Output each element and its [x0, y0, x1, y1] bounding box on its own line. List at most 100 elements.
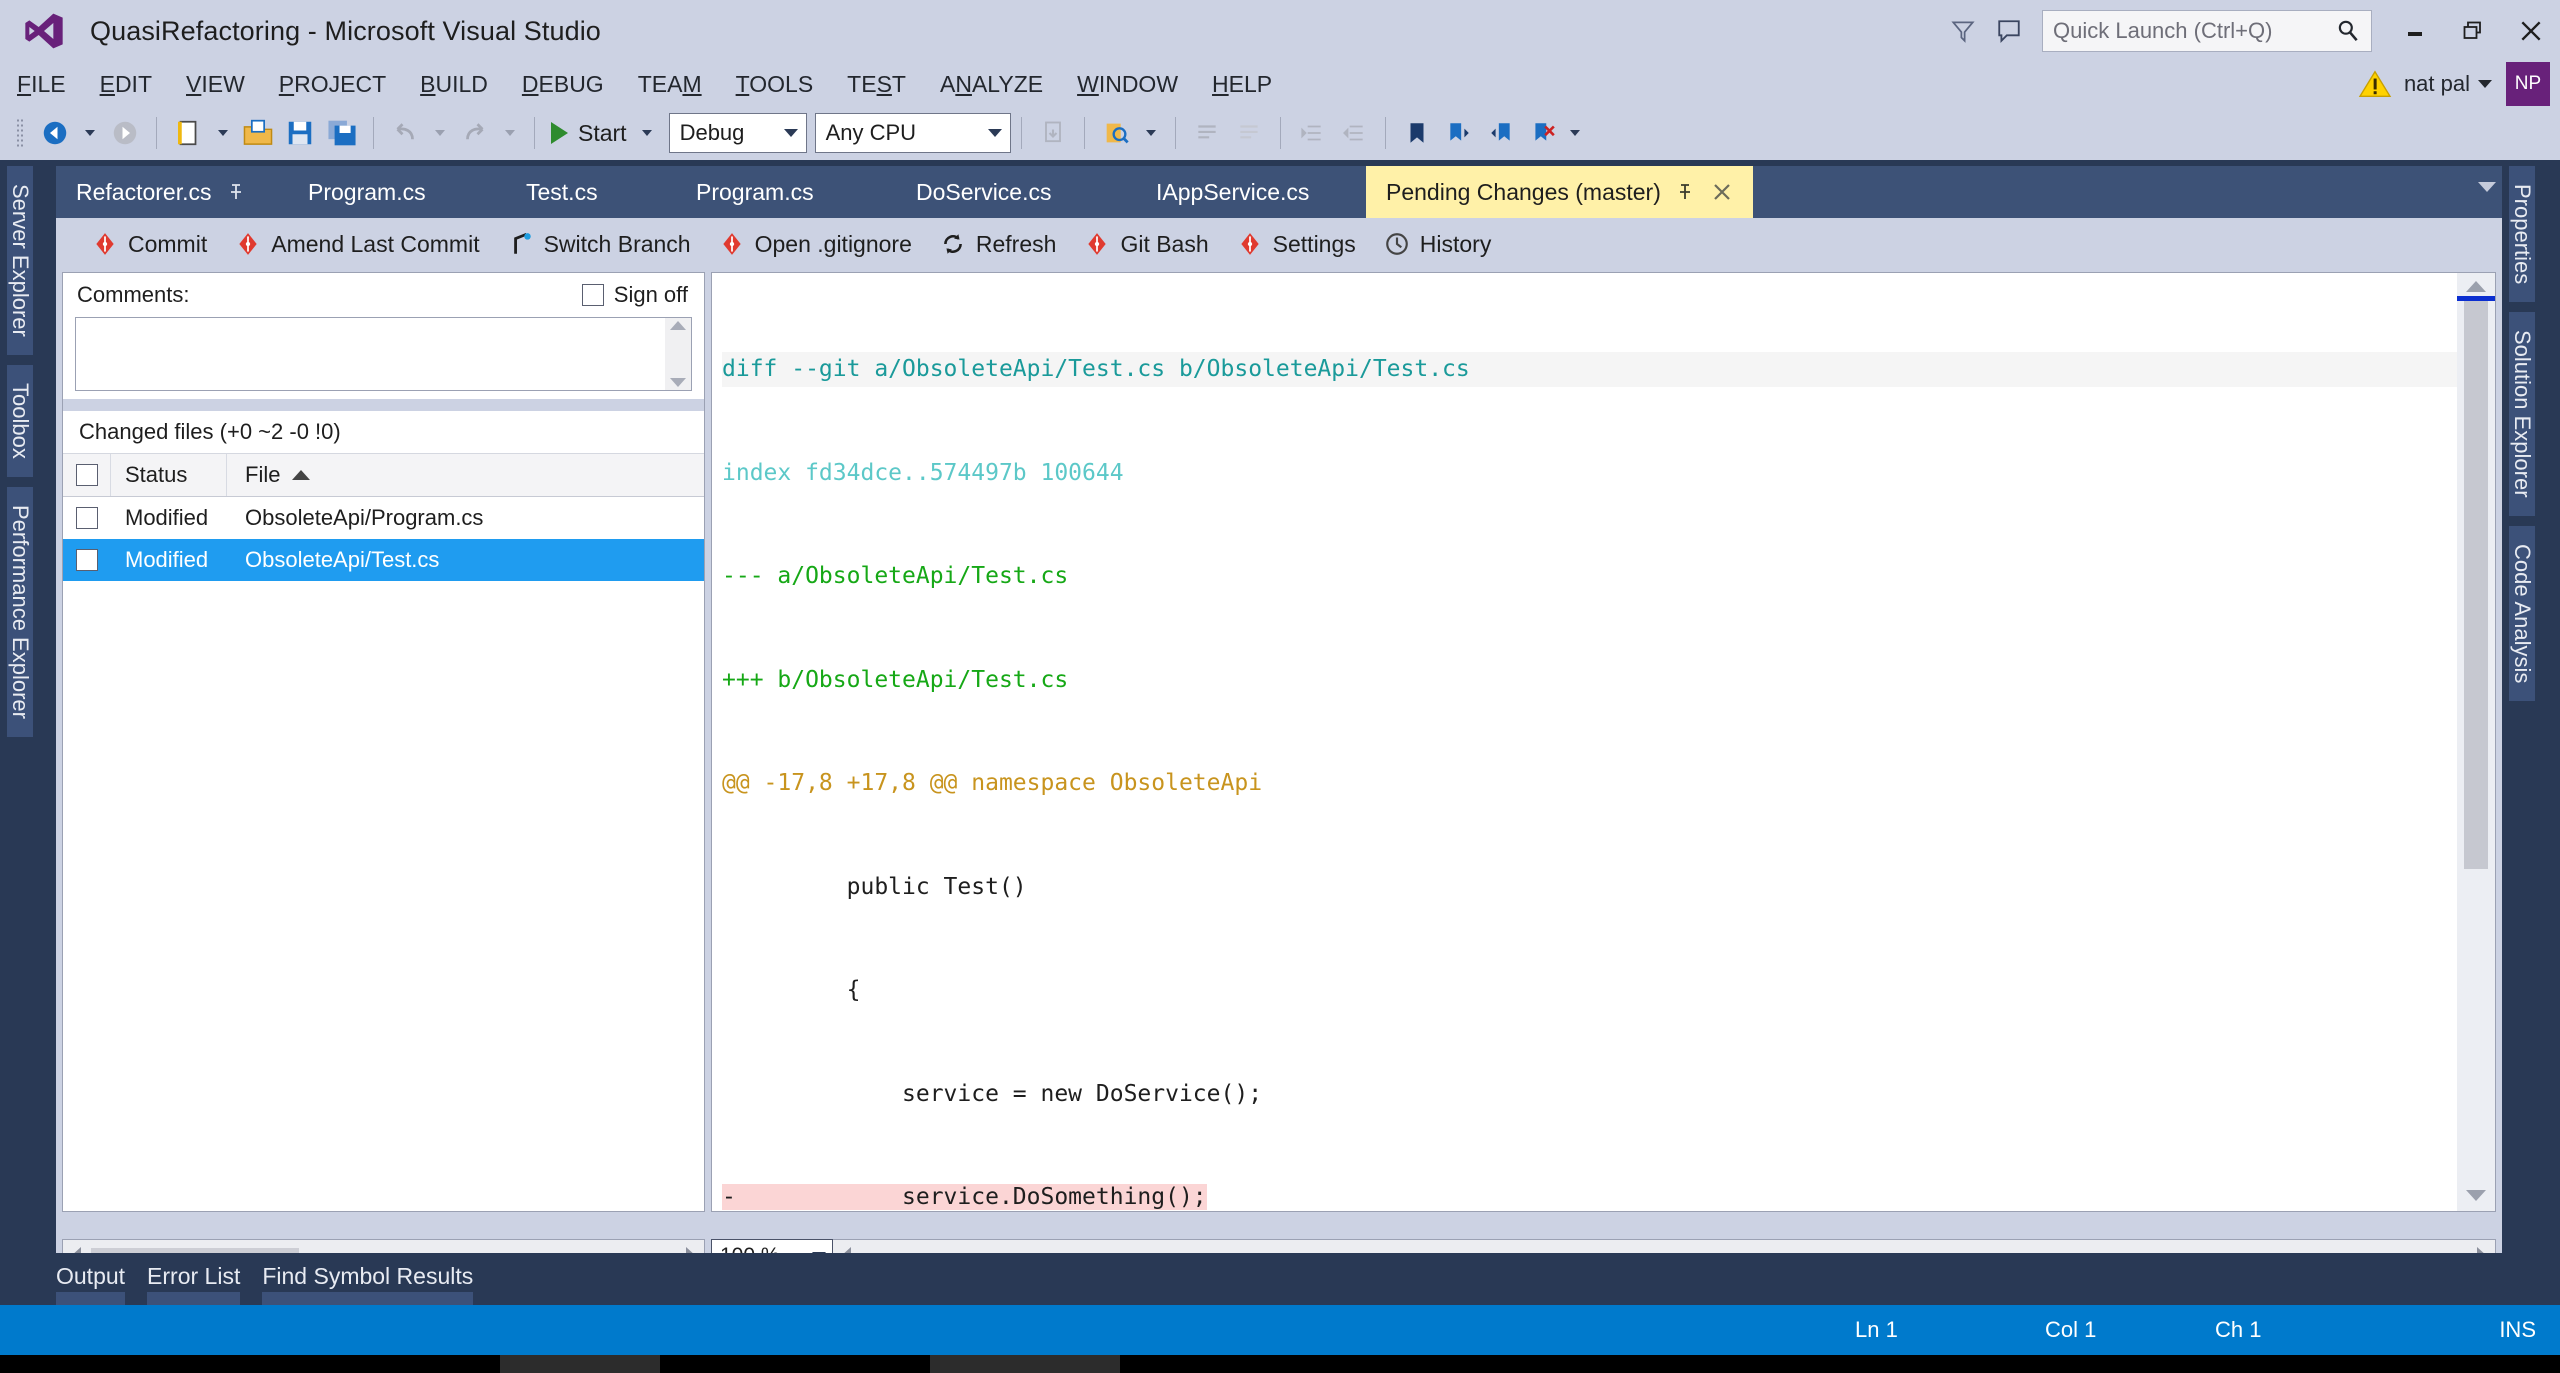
row-checkbox[interactable] — [63, 507, 111, 529]
menu-analyze[interactable]: ANALYZE — [923, 62, 1060, 106]
funnel-icon[interactable] — [1940, 8, 1986, 54]
dock-tab-performance-explorer[interactable]: Performance Explorer — [7, 487, 33, 737]
select-all-checkbox[interactable] — [63, 454, 111, 496]
git-refresh-button[interactable]: Refresh — [926, 231, 1071, 258]
toolbar-grip[interactable] — [16, 118, 24, 148]
scrollbar-thumb[interactable] — [2464, 301, 2488, 869]
menu-team[interactable]: TEAM — [621, 62, 719, 106]
panel-splitter[interactable] — [63, 399, 704, 411]
navigate-forward-icon[interactable] — [104, 112, 146, 154]
column-header-status[interactable]: Status — [111, 454, 227, 496]
git-open-gitignore-button[interactable]: Open .gitignore — [705, 231, 926, 258]
start-dropdown-icon[interactable] — [642, 130, 652, 136]
sign-off-label: Sign off — [614, 282, 688, 308]
taskbar-item[interactable] — [500, 1355, 660, 1373]
feedback-icon[interactable] — [1986, 8, 2032, 54]
diff-vertical-scrollbar[interactable] — [2457, 273, 2495, 1211]
table-row[interactable]: Modified ObsoleteApi/Test.cs — [63, 539, 704, 581]
prev-bookmark-icon[interactable] — [1480, 112, 1522, 154]
redo-dropdown-icon[interactable] — [505, 130, 515, 136]
close-button[interactable] — [2502, 0, 2560, 62]
tab-program-cs-1[interactable]: Program.cs — [288, 166, 446, 218]
sign-off-checkbox[interactable] — [582, 284, 604, 306]
start-debug-button[interactable]: Start — [545, 120, 633, 147]
diff-text: diff --git a/ObsoleteApi/Test.cs b/Obsol… — [712, 273, 2457, 1211]
sign-off-control[interactable]: Sign off — [582, 282, 688, 308]
sort-ascending-icon — [292, 470, 310, 480]
next-bookmark-icon[interactable] — [1438, 112, 1480, 154]
menu-debug[interactable]: DEBUG — [505, 62, 621, 106]
menu-help[interactable]: HELP — [1195, 62, 1289, 106]
tab-program-cs-2[interactable]: Program.cs — [676, 166, 834, 218]
navigate-backward-icon[interactable] — [34, 112, 76, 154]
quick-launch-input[interactable]: Quick Launch (Ctrl+Q) — [2042, 10, 2372, 52]
toolbar-overflow-icon[interactable] — [1570, 130, 1580, 136]
navigate-backward-dropdown-icon[interactable] — [85, 130, 95, 136]
user-name-label[interactable]: nat pal — [2404, 71, 2470, 97]
table-row[interactable]: Modified ObsoleteApi/Program.cs — [63, 497, 704, 539]
scroll-up-icon[interactable] — [670, 321, 686, 330]
avatar[interactable]: NP — [2506, 62, 2550, 106]
menu-file[interactable]: FILE — [0, 62, 83, 106]
dock-tab-toolbox[interactable]: Toolbox — [7, 365, 33, 477]
scroll-down-icon[interactable] — [2466, 1190, 2486, 1201]
menu-project[interactable]: PROJECT — [262, 62, 403, 106]
git-amend-button[interactable]: Amend Last Commit — [221, 231, 493, 258]
undo-dropdown-icon[interactable] — [435, 130, 445, 136]
clear-bookmarks-icon[interactable] — [1522, 112, 1564, 154]
comments-label: Comments: — [77, 282, 189, 308]
pin-icon[interactable] — [226, 182, 246, 202]
tab-pending-changes[interactable]: Pending Changes (master) — [1366, 166, 1753, 218]
bottom-tab-error-list[interactable]: Error List — [147, 1263, 240, 1296]
close-icon[interactable] — [1711, 181, 1733, 203]
dock-tab-code-analysis[interactable]: Code Analysis — [2509, 526, 2535, 701]
row-checkbox[interactable] — [63, 549, 111, 571]
git-bash-button[interactable]: Git Bash — [1070, 231, 1222, 258]
menu-window[interactable]: WINDOW — [1060, 62, 1195, 106]
warning-icon[interactable] — [2358, 69, 2392, 99]
comments-scrollbar[interactable] — [665, 318, 691, 390]
restore-button[interactable] — [2444, 0, 2502, 62]
scroll-down-icon[interactable] — [670, 378, 686, 387]
scroll-up-icon[interactable] — [2466, 281, 2486, 292]
open-file-icon[interactable] — [237, 112, 279, 154]
column-header-file[interactable]: File — [227, 462, 310, 488]
pin-icon[interactable] — [1675, 182, 1695, 202]
save-all-icon[interactable] — [321, 112, 363, 154]
git-commit-button[interactable]: Commit — [78, 231, 221, 258]
taskbar-item[interactable] — [930, 1355, 1120, 1373]
taskbar — [0, 1355, 2560, 1373]
bottom-tab-output[interactable]: Output — [56, 1263, 125, 1296]
minimize-button[interactable] — [2386, 0, 2444, 62]
comments-input[interactable] — [75, 317, 692, 391]
bookmark-icon[interactable] — [1396, 112, 1438, 154]
bottom-tab-find-symbol-results[interactable]: Find Symbol Results — [262, 1263, 473, 1296]
menu-tools[interactable]: TOOLS — [719, 62, 831, 106]
menu-view[interactable]: VIEW — [169, 62, 262, 106]
git-switch-branch-button[interactable]: Switch Branch — [494, 231, 705, 258]
git-commit-label: Commit — [128, 231, 207, 258]
dock-tab-server-explorer[interactable]: Server Explorer — [7, 166, 33, 355]
find-in-files-icon[interactable] — [1095, 112, 1137, 154]
configuration-combo[interactable]: Debug — [669, 113, 807, 153]
tab-doservice-cs[interactable]: DoService.cs — [896, 166, 1071, 218]
tab-test-cs[interactable]: Test.cs — [506, 166, 618, 218]
dock-tab-solution-explorer[interactable]: Solution Explorer — [2509, 312, 2535, 516]
new-project-dropdown-icon[interactable] — [218, 130, 228, 136]
tab-iappservice-cs[interactable]: IAppService.cs — [1136, 166, 1329, 218]
git-amend-icon — [235, 231, 261, 257]
tab-refactorer-cs[interactable]: Refactorer.cs — [56, 166, 266, 218]
save-icon[interactable] — [279, 112, 321, 154]
find-dropdown-icon[interactable] — [1146, 130, 1156, 136]
git-settings-button[interactable]: Settings — [1223, 231, 1370, 258]
comments-value[interactable] — [76, 318, 665, 390]
new-project-icon[interactable] — [167, 112, 209, 154]
chevron-down-icon[interactable] — [2478, 80, 2492, 88]
menu-edit[interactable]: EDIT — [83, 62, 169, 106]
platform-combo[interactable]: Any CPU — [815, 113, 1011, 153]
git-history-button[interactable]: History — [1370, 231, 1506, 258]
menu-test[interactable]: TEST — [830, 62, 923, 106]
menu-build[interactable]: BUILD — [403, 62, 505, 106]
tab-overflow-chevron-down-icon[interactable] — [2478, 182, 2496, 192]
dock-tab-properties[interactable]: Properties — [2509, 166, 2535, 302]
